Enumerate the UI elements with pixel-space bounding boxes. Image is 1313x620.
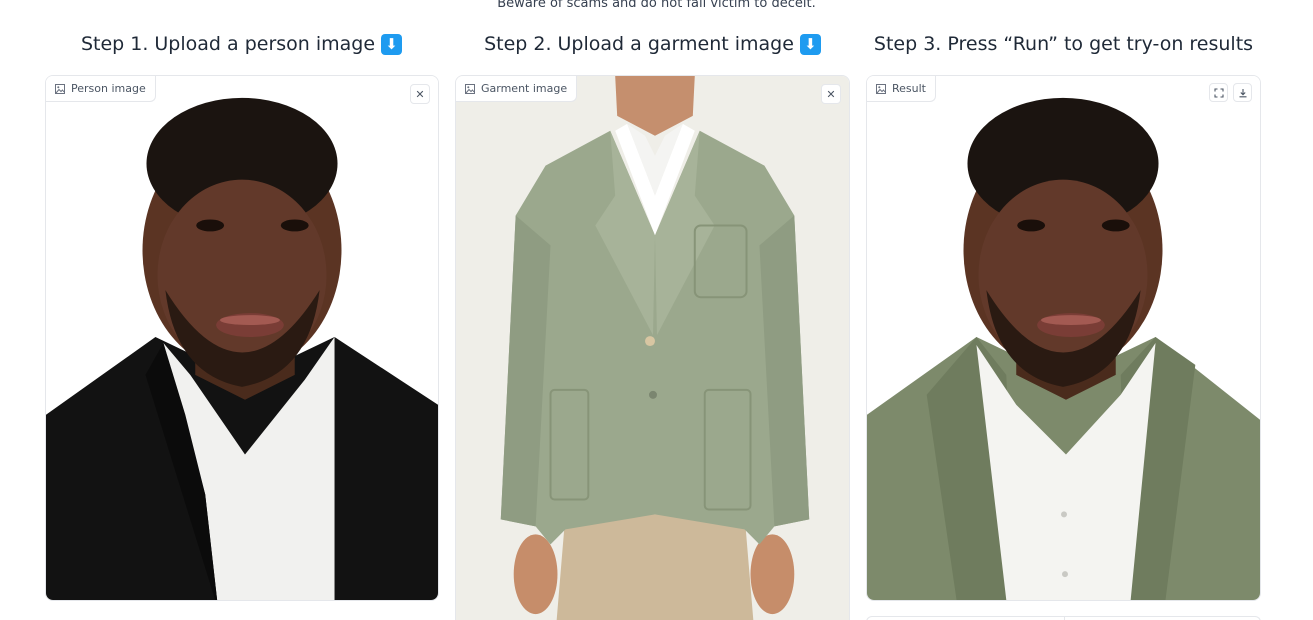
person-photo: [46, 76, 438, 600]
down-arrow-icon: ⬇: [381, 34, 403, 55]
garment-image-panel[interactable]: Garment image ✕: [455, 75, 850, 620]
fullscreen-icon: [1213, 87, 1224, 98]
result-label: Result: [867, 76, 936, 102]
image-icon: [465, 83, 475, 94]
result-tabs-strip: [866, 616, 1261, 620]
down-arrow-icon: ⬇: [799, 34, 821, 55]
download-icon: [1239, 88, 1246, 97]
result-photo: [867, 76, 1260, 600]
step-2-text: Step 2. Upload a garment image: [484, 33, 794, 55]
clear-person-button[interactable]: ✕: [410, 84, 430, 104]
person-image-label: Person image: [46, 76, 156, 102]
step-2-title: Step 2. Upload a garment image ⬇: [455, 33, 850, 55]
image-icon: [876, 83, 886, 94]
close-icon: ✕: [415, 87, 425, 101]
image-icon: [55, 83, 65, 94]
step-1-text: Step 1. Upload a person image: [80, 33, 376, 55]
garment-photo: [456, 76, 849, 620]
garment-image-label-text: Garment image: [481, 82, 568, 95]
result-panel: Result: [866, 75, 1261, 601]
close-icon: ✕: [826, 87, 836, 101]
result-label-text: Result: [892, 82, 926, 95]
step-1-title: Step 1. Upload a person image ⬇: [45, 33, 438, 55]
clear-garment-button[interactable]: ✕: [821, 84, 841, 104]
step-3-title: Step 3. Press “Run” to get try-on result…: [866, 33, 1261, 55]
person-image-label-text: Person image: [71, 82, 146, 95]
garment-image-label: Garment image: [456, 76, 578, 102]
download-button[interactable]: [1233, 83, 1252, 102]
fullscreen-button[interactable]: [1209, 83, 1228, 102]
step-3-text: Step 3. Press “Run” to get try-on result…: [873, 33, 1254, 55]
person-image-panel[interactable]: Person image ✕: [45, 75, 439, 601]
scam-notice: Beware of scams and do not fall victim t…: [497, 0, 816, 11]
